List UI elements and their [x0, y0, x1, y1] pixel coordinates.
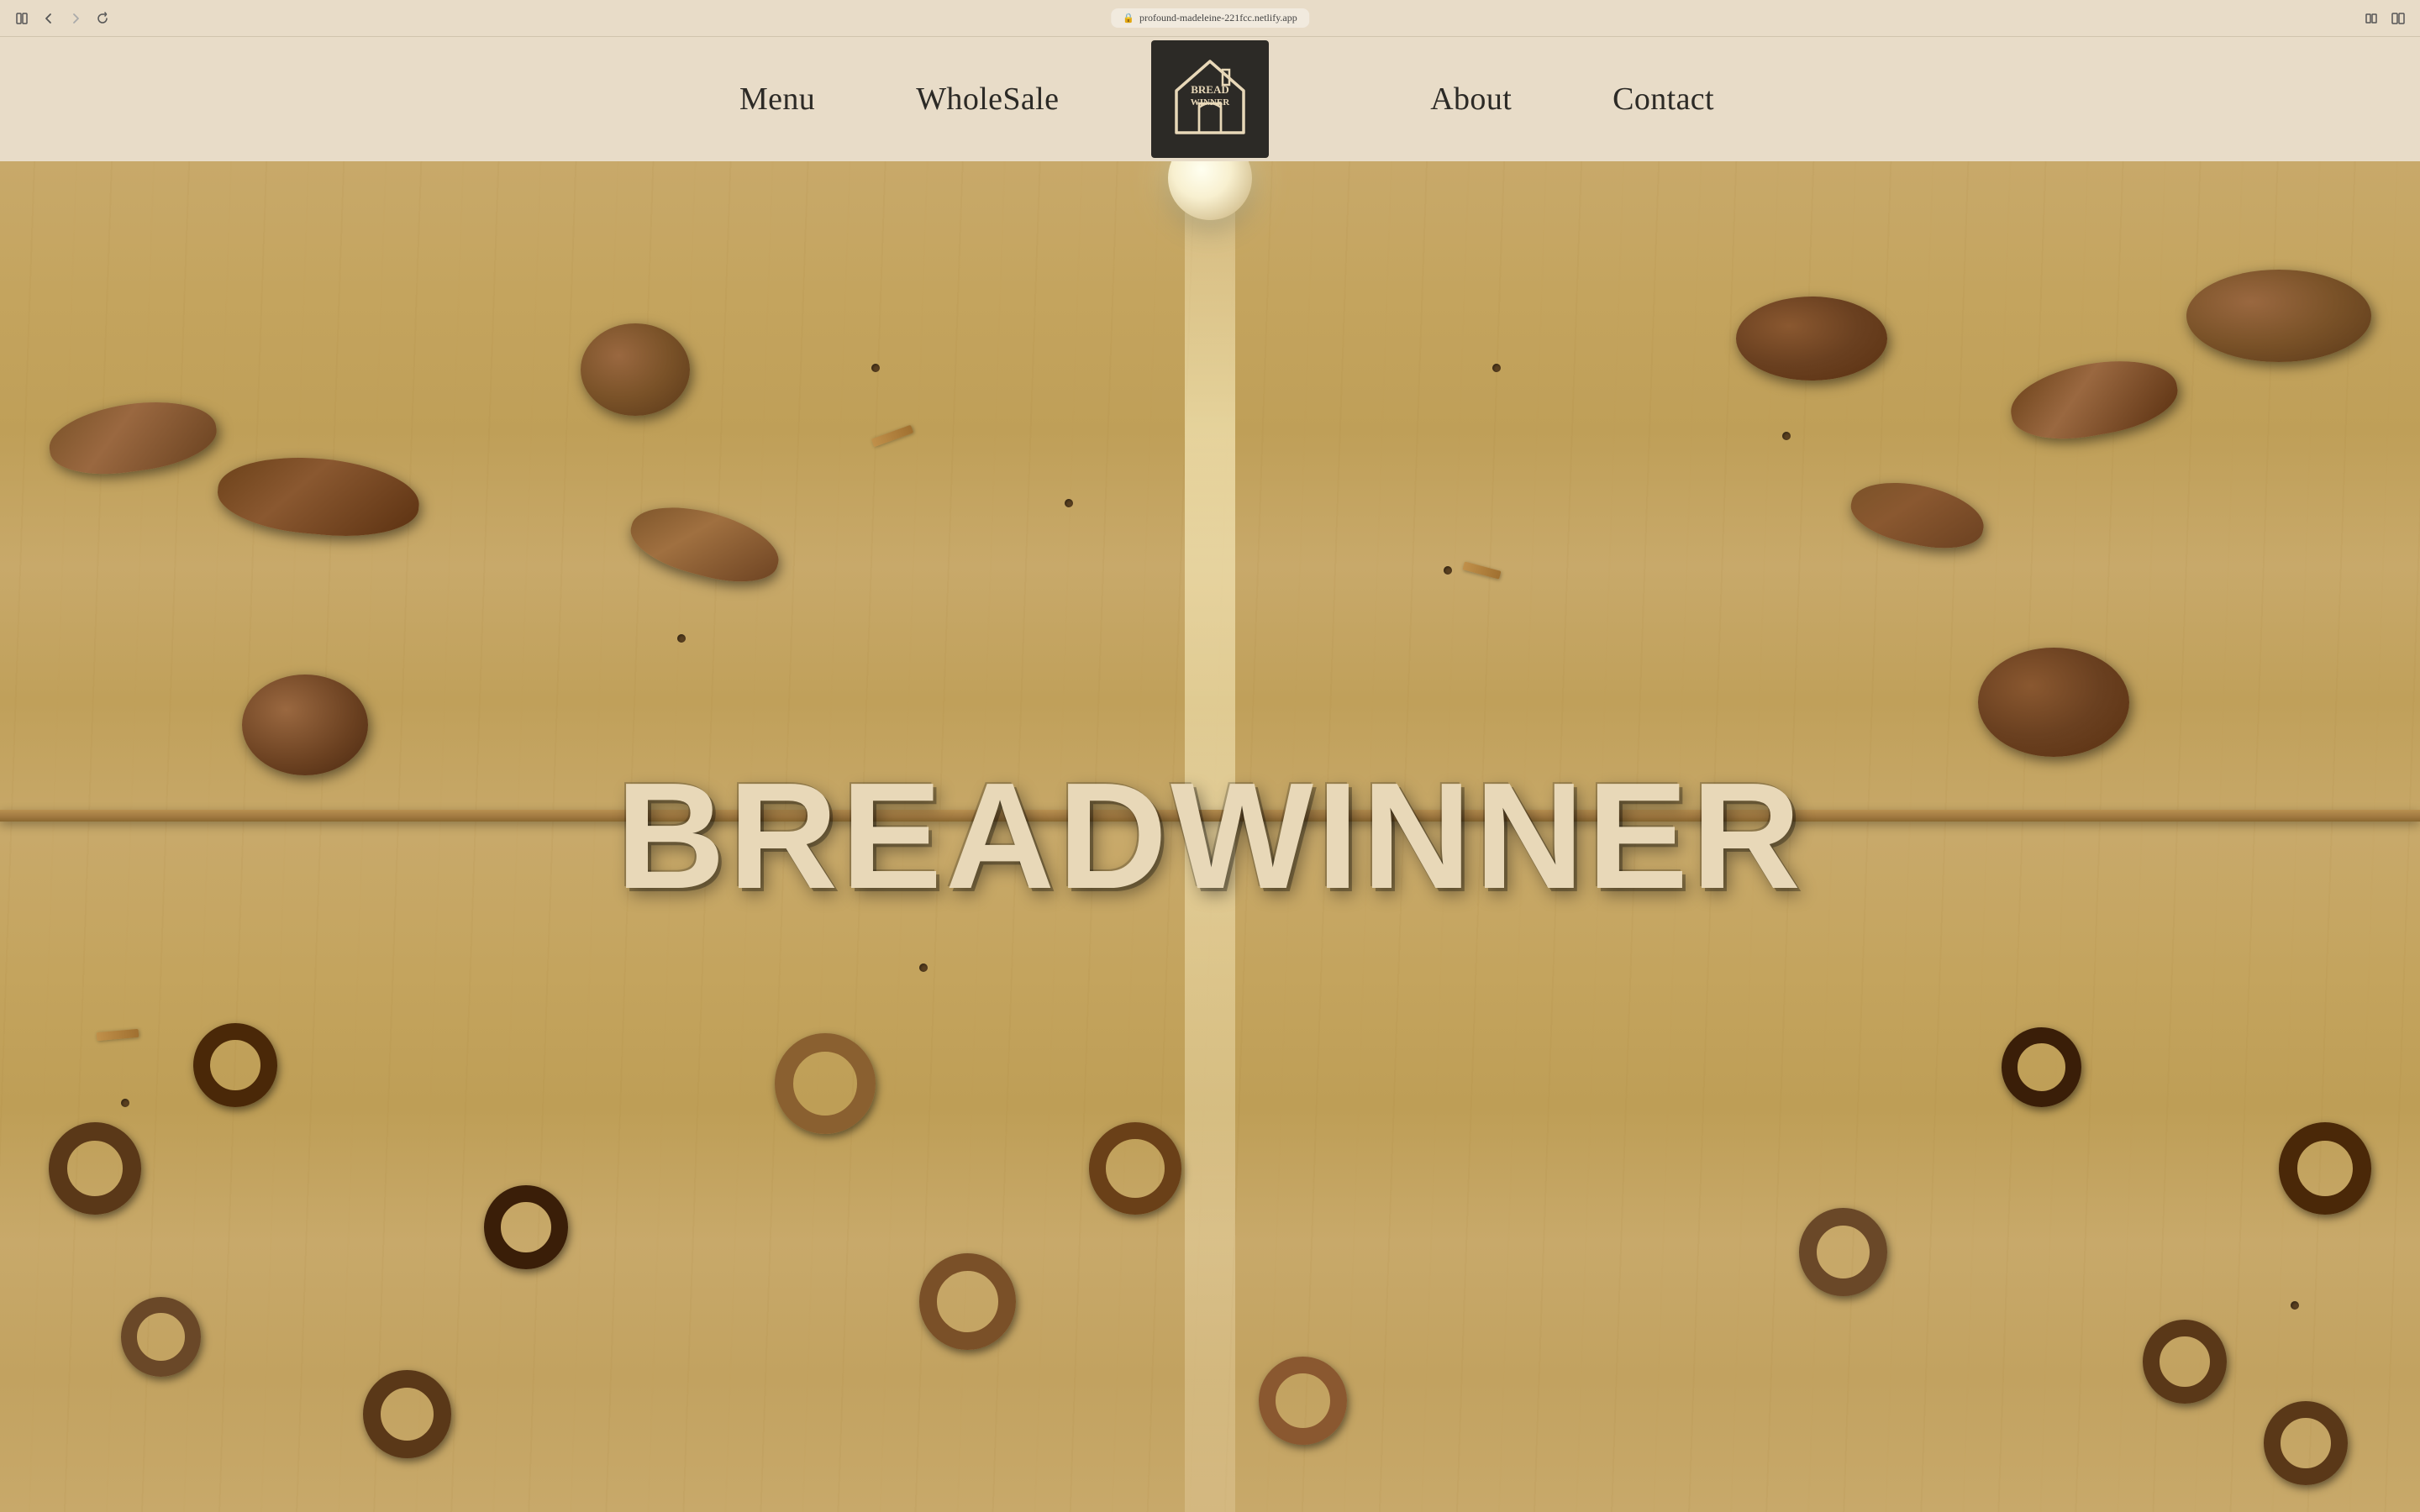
peg-hole-3 [1492, 364, 1501, 372]
bagel-4 [363, 1370, 451, 1458]
peg-hole-8 [1782, 432, 1791, 440]
browser-nav-controls [13, 10, 111, 27]
bagel-2 [193, 1023, 277, 1107]
reload-button[interactable] [94, 10, 111, 27]
sidebar-toggle-button[interactable] [13, 10, 30, 27]
nav-contact-link[interactable]: Contact [1612, 81, 1714, 118]
bagel-right-3 [2002, 1027, 2081, 1107]
hero-title: BREADWINNER [616, 761, 1804, 912]
svg-text:WINNER: WINNER [1191, 97, 1231, 108]
hero-section: BREADWINNER [0, 161, 2420, 1512]
bagel-center-3 [1089, 1122, 1181, 1215]
back-button[interactable] [40, 10, 57, 27]
reader-view-button[interactable] [2363, 10, 2380, 27]
nav-menu-link[interactable]: Menu [739, 81, 815, 118]
site-logo[interactable]: BREAD WINNER [1151, 40, 1269, 158]
bagel-right-4 [1799, 1208, 1887, 1296]
bagel-right-5 [2264, 1401, 2348, 1485]
bagel-3 [121, 1297, 201, 1377]
nav-right: About Contact [1430, 81, 1714, 118]
bread-round-3 [2186, 270, 2371, 362]
lock-icon: 🔒 [1123, 13, 1134, 24]
nav-about-link[interactable]: About [1430, 81, 1512, 118]
bagel-center-1 [775, 1033, 876, 1134]
forward-button[interactable] [67, 10, 84, 27]
peg-hole-9 [121, 1099, 129, 1107]
bagel-center-4 [1259, 1357, 1347, 1445]
split-view-button[interactable] [2390, 10, 2407, 27]
bagel-5 [484, 1185, 568, 1269]
peg-hole-10 [2291, 1301, 2299, 1310]
bagel-1 [49, 1122, 141, 1215]
nav-links: Menu WholeSale BREAD WINNER About Contac… [622, 40, 1798, 158]
bread-round-2 [1736, 297, 1887, 381]
bread-round-4 [242, 675, 368, 775]
bagel-right-1 [2279, 1122, 2371, 1215]
bread-round-1 [581, 323, 690, 416]
peg-hole-1 [871, 364, 880, 372]
main-nav: Menu WholeSale BREAD WINNER About Contac… [0, 37, 2420, 161]
url-text: profound-madeleine-221fcc.netlify.app [1139, 12, 1297, 24]
address-bar[interactable]: 🔒 profound-madeleine-221fcc.netlify.app [1111, 8, 1309, 28]
bagel-center-2 [919, 1253, 1016, 1350]
browser-right-controls [2363, 10, 2407, 27]
bread-round-5 [1978, 648, 2129, 757]
bagel-right-2 [2143, 1320, 2227, 1404]
browser-toolbar: 🔒 profound-madeleine-221fcc.netlify.app [0, 0, 2420, 37]
nav-wholesale-link[interactable]: WholeSale [916, 81, 1059, 118]
nav-left: Menu WholeSale [739, 81, 1059, 118]
